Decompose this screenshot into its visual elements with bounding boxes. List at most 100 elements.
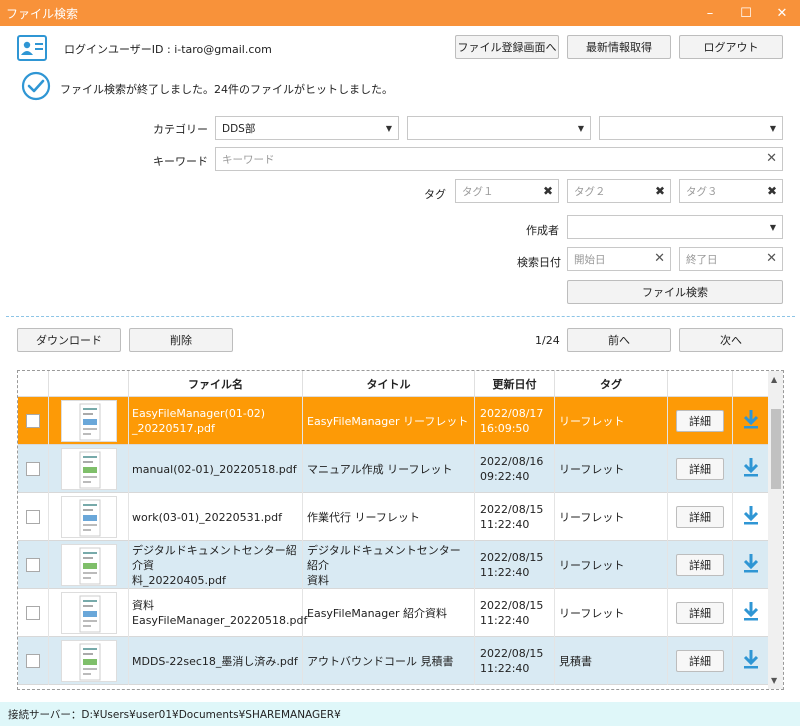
tag2-input[interactable]: タグ２ ✖ — [567, 179, 671, 203]
filename-cell: 資料 EasyFileManager_20220518.pdf — [129, 589, 307, 637]
row-checkbox[interactable] — [26, 510, 40, 524]
subcategory2-select[interactable]: ▼ — [599, 116, 783, 140]
tag3-input[interactable]: タグ３ ✖ — [679, 179, 783, 203]
divider — [6, 316, 795, 317]
register-screen-button[interactable]: ファイル登録画面へ — [455, 35, 559, 59]
end-date-placeholder: 終了日 — [686, 253, 718, 266]
download-icon[interactable] — [743, 553, 759, 577]
refresh-button[interactable]: 最新情報取得 — [567, 35, 671, 59]
close-icon[interactable]: ✕ — [764, 0, 800, 26]
row-checkbox[interactable] — [26, 606, 40, 620]
tag-cell: リーフレット — [555, 445, 668, 493]
thumb-cell — [49, 637, 129, 685]
header-filename[interactable]: ファイル名 — [129, 371, 303, 397]
row-checkbox[interactable] — [26, 558, 40, 572]
date-label: 検索日付 — [517, 256, 561, 269]
table-row[interactable]: manual(02-01)_20220518.pdf マニュアル作成 リーフレット… — [18, 445, 768, 493]
header-title[interactable]: タイトル — [303, 371, 475, 397]
title-line1: 作業代行 リーフレット — [307, 510, 420, 524]
thumb-cell — [49, 397, 129, 445]
file-search-button[interactable]: ファイル検索 — [567, 280, 783, 304]
keyword-label: キーワード — [153, 155, 208, 168]
row-checkbox[interactable] — [26, 462, 40, 476]
clear-icon[interactable]: ✕ — [766, 251, 777, 266]
subcategory-select[interactable]: ▼ — [407, 116, 591, 140]
tag-cell: リーフレット — [555, 589, 668, 637]
server-path: 接続サーバー：D:¥Users¥user01¥Documents¥SHAREMA… — [8, 708, 341, 721]
start-date-input[interactable]: 開始日 ✕ — [567, 247, 671, 271]
row-checkbox[interactable] — [26, 414, 40, 428]
download-icon[interactable] — [743, 505, 759, 529]
filename-line1: デジタルドキュメントセンター紹介資 — [132, 543, 297, 572]
detail-button[interactable]: 詳細 — [676, 458, 724, 480]
minimize-icon[interactable]: – — [692, 0, 728, 26]
updated-time: 09:22:40 — [480, 470, 530, 483]
delete-button[interactable]: 削除 — [129, 328, 233, 352]
tag-cell: リーフレット — [555, 397, 668, 445]
tag1-input[interactable]: タグ１ ✖ — [455, 179, 559, 203]
header-tag[interactable]: タグ — [555, 371, 668, 397]
download-button[interactable]: ダウンロード — [17, 328, 121, 352]
header-updated[interactable]: 更新日付 — [475, 371, 555, 397]
download-icon[interactable] — [743, 457, 759, 481]
prev-button[interactable]: 前へ — [567, 328, 671, 352]
detail-button[interactable]: 詳細 — [676, 506, 724, 528]
detail-cell: 詳細 — [668, 589, 733, 637]
clear-icon[interactable]: ✕ — [654, 251, 665, 266]
download-icon[interactable] — [743, 409, 759, 433]
download-icon[interactable] — [743, 649, 759, 673]
thumb-cell — [49, 541, 129, 589]
detail-cell: 詳細 — [668, 397, 733, 445]
header-thumb — [49, 371, 129, 397]
scroll-up-icon[interactable]: ▲ — [771, 375, 777, 384]
author-select[interactable]: ▼ — [567, 215, 783, 239]
row-check-cell — [18, 445, 49, 493]
updated-date: 2022/08/15 — [480, 551, 544, 564]
clear-icon[interactable]: ✖ — [543, 184, 553, 198]
category-select[interactable]: DDS部 ▼ — [215, 116, 399, 140]
vertical-scrollbar[interactable]: ▲ ▼ — [768, 371, 783, 689]
clear-icon[interactable]: ✕ — [766, 151, 777, 166]
filename-line2: 料_20220405.pdf — [132, 573, 226, 587]
download-icon[interactable] — [743, 601, 759, 625]
login-user-label: ログインユーザーID : i-taro@gmail.com — [64, 43, 272, 56]
filename-cell: work(03-01)_20220531.pdf — [129, 493, 303, 541]
updated-date: 2022/08/15 — [480, 599, 544, 612]
file-thumbnail — [61, 448, 117, 490]
filename-line1: 資料 — [132, 599, 154, 612]
next-button[interactable]: 次へ — [679, 328, 783, 352]
end-date-input[interactable]: 終了日 ✕ — [679, 247, 783, 271]
filename-cell: MDDS-22sec18_墨消し済み.pdf — [129, 637, 303, 685]
table-row[interactable]: MDDS-22sec18_墨消し済み.pdf アウトバウンドコール 見積書 2022… — [18, 637, 768, 685]
updated-time: 16:09:50 — [480, 422, 530, 435]
title-cell: EasyFileManager リーフレット — [303, 397, 475, 445]
filename-line1: MDDS-22sec18_墨消し済み.pdf — [132, 654, 298, 668]
table-row[interactable]: EasyFileManager(01-02) _20220517.pdf EasyF… — [18, 397, 768, 445]
table-row[interactable]: デジタルドキュメントセンター紹介資 料_20220405.pdf デジタルドキュメン… — [18, 541, 768, 589]
tag-value: リーフレット — [559, 414, 625, 428]
title-cell: アウトバウンドコール 見積書 — [303, 637, 475, 685]
table-row[interactable]: work(03-01)_20220531.pdf 作業代行 リーフレット 2022/… — [18, 493, 768, 541]
clear-icon[interactable]: ✖ — [767, 184, 777, 198]
author-label: 作成者 — [526, 224, 559, 237]
updated-cell: 2022/08/15 11:22:40 — [475, 541, 555, 589]
maximize-icon[interactable]: ☐ — [728, 0, 764, 26]
scroll-thumb[interactable] — [771, 409, 781, 489]
updated-time: 11:22:40 — [480, 614, 530, 627]
detail-button[interactable]: 詳細 — [676, 554, 724, 576]
clear-icon[interactable]: ✖ — [655, 184, 665, 198]
start-date-placeholder: 開始日 — [574, 253, 606, 266]
keyword-placeholder: キーワード — [222, 153, 275, 166]
detail-button[interactable]: 詳細 — [676, 410, 724, 432]
updated-time: 11:22:40 — [480, 566, 530, 579]
logout-button[interactable]: ログアウト — [679, 35, 783, 59]
header-detail — [668, 371, 733, 397]
scroll-down-icon[interactable]: ▼ — [771, 676, 777, 685]
download-cell — [733, 637, 768, 685]
keyword-input[interactable]: キーワード ✕ — [215, 147, 783, 171]
detail-button[interactable]: 詳細 — [676, 602, 724, 624]
table-row[interactable]: 資料 EasyFileManager_20220518.pdf EasyFileMa… — [18, 589, 768, 637]
row-checkbox[interactable] — [26, 654, 40, 668]
tag-cell: リーフレット — [555, 493, 668, 541]
detail-button[interactable]: 詳細 — [676, 650, 724, 672]
